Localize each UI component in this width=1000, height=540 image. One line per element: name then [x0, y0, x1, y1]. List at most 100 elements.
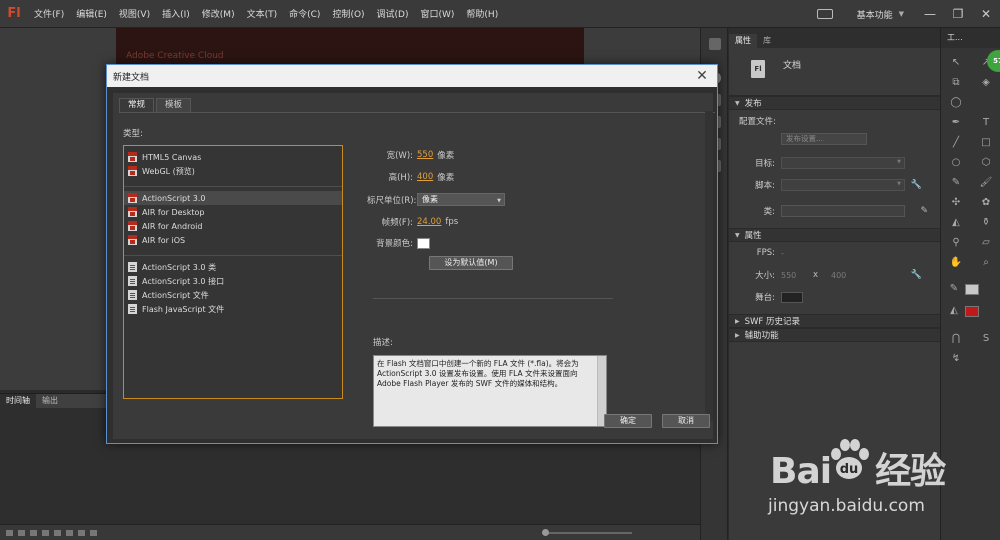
pencil-icon[interactable]: ✎ [920, 206, 928, 216]
paint-bucket-icon[interactable]: ◭ [949, 216, 963, 230]
menu-debug[interactable]: 调试(D) [371, 7, 415, 20]
hand-tool-icon[interactable]: ✋ [949, 256, 963, 270]
stroke-color-swatch[interactable] [965, 283, 979, 295]
timeline-zoom-slider[interactable] [542, 528, 632, 536]
bone-tool-icon[interactable]: ✣ [949, 196, 963, 210]
menu-modify[interactable]: 修改(M) [196, 7, 241, 20]
list-item-air-android[interactable]: AIR for Android [124, 219, 342, 233]
smooth-icon[interactable]: S [979, 332, 993, 346]
publish-settings-button[interactable]: 发布设置... [781, 133, 867, 145]
play-icon[interactable] [30, 529, 37, 536]
rectangle-tool-icon[interactable]: □ [979, 136, 993, 150]
gradient-tool-icon[interactable]: ◈ [979, 76, 993, 90]
pencil-tool-icon[interactable]: ✎ [949, 176, 963, 190]
menu-help[interactable]: 帮助(H) [460, 7, 504, 20]
restore-button[interactable]: ❐ [944, 0, 972, 28]
section-properties[interactable]: ▼ 属性 [729, 228, 940, 242]
free-transform-icon[interactable]: ⧉ [949, 76, 963, 90]
list-item-air-desktop[interactable]: AIR for Desktop [124, 205, 342, 219]
tab-templates[interactable]: 模板 [156, 98, 192, 112]
minimize-button[interactable]: — [916, 0, 944, 28]
size-width[interactable]: 550 [781, 271, 813, 280]
ok-button[interactable]: 确定 [604, 414, 652, 428]
list-item-webgl[interactable]: WebGL (预览) [124, 164, 342, 178]
zoom-tool-icon[interactable]: ⌕ [979, 256, 993, 270]
class-input[interactable] [781, 205, 905, 217]
last-frame-icon[interactable] [54, 529, 61, 536]
tab-timeline[interactable]: 时间轴 [0, 394, 36, 408]
text-tool-icon[interactable]: T [979, 116, 993, 130]
brush-tool-icon[interactable]: 🖌 [979, 176, 993, 190]
size-height[interactable]: 400 [831, 271, 846, 280]
list-item-jsfl-file[interactable]: Flash JavaScript 文件 [124, 302, 342, 316]
menu-control[interactable]: 控制(O) [326, 7, 370, 20]
target-select[interactable] [781, 157, 905, 169]
close-window-button[interactable]: ✕ [972, 0, 1000, 28]
section-publish[interactable]: ▼ 发布 [729, 96, 940, 110]
ink-bottle-icon[interactable]: ⚱ [979, 216, 993, 230]
ruler-units-select[interactable]: 像素 [417, 193, 505, 207]
chevron-down-icon[interactable]: ▼ [899, 10, 904, 18]
tab-output[interactable]: 输出 [36, 394, 64, 408]
eraser-icon[interactable]: ▱ [979, 236, 993, 250]
dialog-close-button[interactable]: ✕ [693, 67, 711, 85]
onion-skin-icon[interactable] [78, 529, 85, 536]
color-panel-icon[interactable] [709, 38, 721, 50]
description-textarea[interactable]: 在 Flash 文档窗口中创建一个新的 FLA 文件 (*.fla)。将会为 A… [373, 355, 607, 427]
eyedropper-icon[interactable]: ⚲ [949, 236, 963, 250]
prev-frame-icon[interactable] [18, 529, 25, 536]
width-input[interactable]: 550 [417, 150, 433, 160]
tab-properties[interactable]: 属性 [729, 34, 757, 48]
menu-file[interactable]: 文件(F) [28, 7, 70, 20]
list-item-as-file[interactable]: ActionScript 文件 [124, 288, 342, 302]
fill-bucket-icon: ◭ [950, 305, 958, 316]
gamepad-icon[interactable] [816, 9, 833, 19]
menu-commands[interactable]: 命令(C) [283, 7, 326, 20]
straighten-icon[interactable]: ↯ [949, 352, 963, 366]
stage-color-swatch[interactable] [781, 291, 803, 303]
workspace-switcher[interactable]: 基本功能 [857, 8, 893, 21]
lasso-tool-icon[interactable]: ◯ [949, 96, 963, 110]
next-frame-icon[interactable] [42, 529, 49, 536]
section-accessibility[interactable]: ▶ 辅助功能 [729, 328, 940, 342]
polystar-tool-icon[interactable]: ⬡ [979, 156, 993, 170]
first-frame-icon[interactable] [6, 529, 13, 536]
line-tool-icon[interactable]: ╱ [949, 136, 963, 150]
height-input[interactable]: 400 [417, 172, 433, 182]
menu-window[interactable]: 窗口(W) [415, 7, 461, 20]
list-item-label: Flash JavaScript 文件 [142, 304, 225, 314]
fps-input[interactable]: 24.00 [417, 217, 441, 227]
description-text: 在 Flash 文档窗口中创建一个新的 FLA 文件 (*.fla)。将会为 A… [377, 359, 579, 388]
size-row: 大小: 550 x 400 🔧 [729, 264, 940, 286]
selection-tool-icon[interactable]: ↖ [949, 56, 963, 70]
loop-icon[interactable] [66, 529, 73, 536]
list-item-as3-interface[interactable]: ActionScript 3.0 接口 [124, 274, 342, 288]
list-item-air-ios[interactable]: AIR for iOS [124, 233, 342, 247]
expand-triangle-icon: ▶ [735, 331, 740, 339]
list-item-actionscript-3[interactable]: ActionScript 3.0 [124, 191, 342, 205]
script-select[interactable] [781, 179, 905, 191]
oval-tool-icon[interactable]: ○ [949, 156, 963, 170]
document-label: 文档 [783, 61, 802, 71]
tab-general[interactable]: 常规 [119, 98, 155, 112]
onion-outline-icon[interactable] [90, 529, 97, 536]
menu-insert[interactable]: 插入(I) [156, 7, 196, 20]
menu-view[interactable]: 视图(V) [113, 7, 156, 20]
section-swf-history[interactable]: ▶ SWF 历史记录 [729, 314, 940, 328]
snap-magnet-icon[interactable]: ⋂ [949, 332, 963, 346]
menu-text[interactable]: 文本(T) [241, 7, 284, 20]
list-item-html5-canvas[interactable]: HTML5 Canvas [124, 150, 342, 164]
wrench-icon[interactable]: 🔧 [911, 270, 922, 280]
deco-tool-icon[interactable]: ✿ [979, 196, 993, 210]
tab-library[interactable]: 库 [757, 34, 777, 48]
set-default-button[interactable]: 设为默认值(M) [429, 256, 513, 270]
list-item-as3-class[interactable]: ActionScript 3.0 类 [124, 260, 342, 274]
bg-color-swatch[interactable] [417, 237, 430, 249]
wrench-icon[interactable]: 🔧 [911, 180, 922, 190]
dialog-scrollbar[interactable] [705, 111, 713, 421]
menu-edit[interactable]: 编辑(E) [70, 7, 113, 20]
fla-file-icon [128, 207, 137, 217]
cancel-button[interactable]: 取消 [662, 414, 710, 428]
fill-color-swatch[interactable] [965, 305, 979, 317]
pen-tool-icon[interactable]: ✒ [949, 116, 963, 130]
